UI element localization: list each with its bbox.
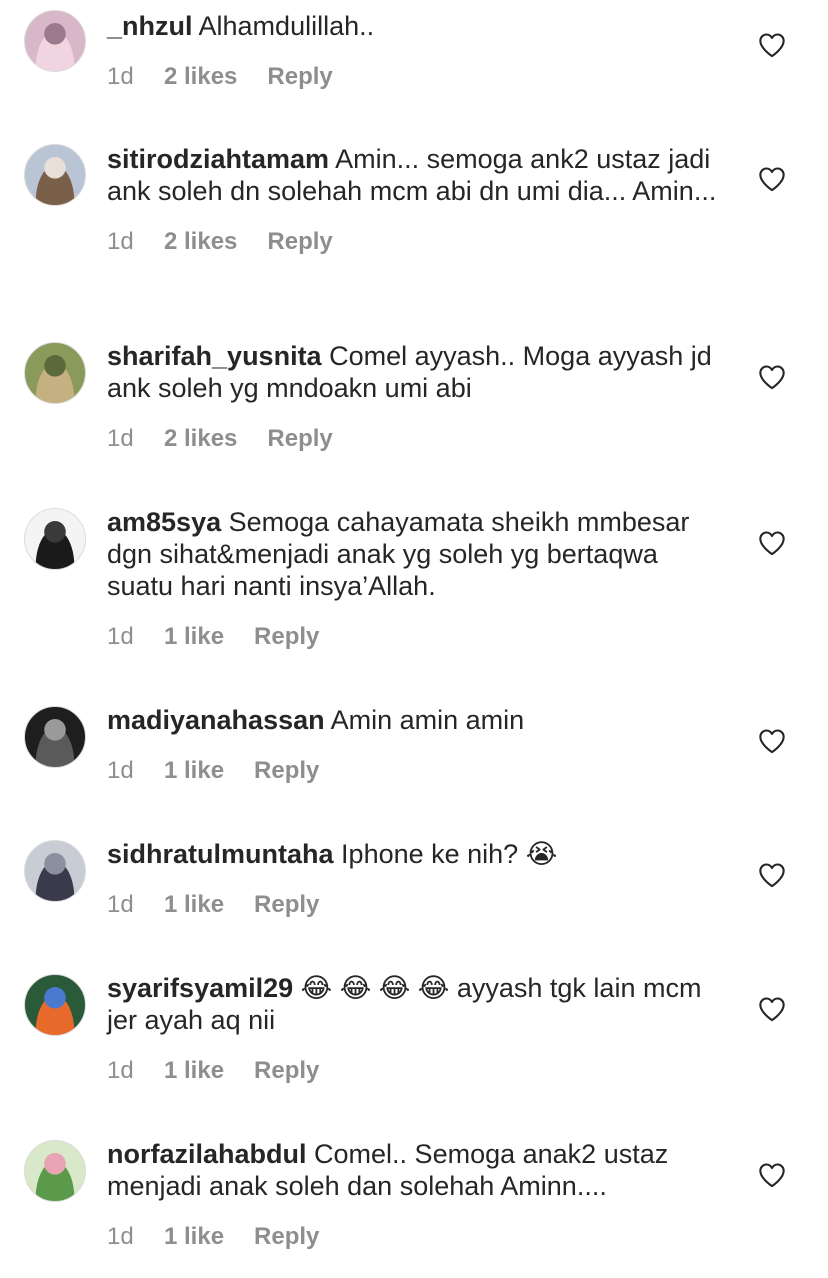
reply-button[interactable]: Reply <box>254 622 319 652</box>
comment-body: Amin amin amin <box>330 705 525 735</box>
comment-text: norfazilahabdul Comel.. Semoga anak2 ust… <box>107 1138 727 1202</box>
reply-button[interactable]: Reply <box>254 890 319 920</box>
avatar[interactable] <box>24 10 86 72</box>
comment-meta: 1d 2 likes Reply <box>107 424 727 454</box>
timestamp: 1d <box>107 425 134 452</box>
comment-meta: 1d 1 like Reply <box>107 1222 727 1252</box>
likes-count[interactable]: 1 like <box>164 756 224 786</box>
timestamp: 1d <box>107 623 134 650</box>
heart-icon[interactable] <box>758 32 786 58</box>
avatar[interactable] <box>24 706 86 768</box>
comment-text: madiyanahassan Amin amin amin <box>107 704 727 736</box>
username-link[interactable]: sharifah_yusnita <box>107 341 322 371</box>
avatar[interactable] <box>24 974 86 1036</box>
heart-icon[interactable] <box>758 166 786 192</box>
likes-count[interactable]: 2 likes <box>164 227 237 257</box>
timestamp: 1d <box>107 1057 134 1084</box>
reply-button[interactable]: Reply <box>254 1056 319 1086</box>
comment-text: sitirodziahtamam Amin... semoga ank2 ust… <box>107 143 727 207</box>
likes-count[interactable]: 1 like <box>164 890 224 920</box>
avatar[interactable] <box>24 508 86 570</box>
username-link[interactable]: am85sya <box>107 507 221 537</box>
heart-icon[interactable] <box>758 862 786 888</box>
comment-meta: 1d 2 likes Reply <box>107 227 727 257</box>
reply-button[interactable]: Reply <box>267 424 332 454</box>
username-link[interactable]: syarifsyamil29 <box>107 973 293 1003</box>
avatar[interactable] <box>24 1140 86 1202</box>
avatar[interactable] <box>24 144 86 206</box>
comment-text: sidhratulmuntaha Iphone ke nih? 😭 <box>107 838 727 870</box>
timestamp: 1d <box>107 757 134 784</box>
comment-text: am85sya Semoga cahayamata sheikh mmbesar… <box>107 506 727 602</box>
avatar[interactable] <box>24 840 86 902</box>
username-link[interactable]: sitirodziahtamam <box>107 144 329 174</box>
username-link[interactable]: _nhzul <box>107 11 193 41</box>
comment-meta: 1d 1 like Reply <box>107 890 727 920</box>
timestamp: 1d <box>107 228 134 255</box>
timestamp: 1d <box>107 891 134 918</box>
comment-text: _nhzul Alhamdulillah.. <box>107 10 727 42</box>
comment-body: Iphone ke nih? 😭 <box>341 839 558 869</box>
avatar[interactable] <box>24 342 86 404</box>
likes-count[interactable]: 1 like <box>164 1222 224 1252</box>
comment-text: syarifsyamil29 😂 😂 😂 😂 ayyash tgk lain m… <box>107 972 727 1036</box>
likes-count[interactable]: 2 likes <box>164 424 237 454</box>
heart-icon[interactable] <box>758 996 786 1022</box>
reply-button[interactable]: Reply <box>254 756 319 786</box>
reply-button[interactable]: Reply <box>267 227 332 257</box>
comment-text: sharifah_yusnita Comel ayyash.. Moga ayy… <box>107 340 727 404</box>
heart-icon[interactable] <box>758 530 786 556</box>
reply-button[interactable]: Reply <box>267 62 332 92</box>
likes-count[interactable]: 1 like <box>164 622 224 652</box>
username-link[interactable]: sidhratulmuntaha <box>107 839 334 869</box>
comment-meta: 1d 1 like Reply <box>107 756 727 786</box>
timestamp: 1d <box>107 63 134 90</box>
comment-body: Alhamdulillah.. <box>198 11 375 41</box>
comment-meta: 1d 1 like Reply <box>107 622 727 652</box>
likes-count[interactable]: 2 likes <box>164 62 237 92</box>
comment-meta: 1d 2 likes Reply <box>107 62 727 92</box>
heart-icon[interactable] <box>758 1162 786 1188</box>
likes-count[interactable]: 1 like <box>164 1056 224 1086</box>
timestamp: 1d <box>107 1223 134 1250</box>
heart-icon[interactable] <box>758 728 786 754</box>
heart-icon[interactable] <box>758 364 786 390</box>
comment-meta: 1d 1 like Reply <box>107 1056 727 1086</box>
username-link[interactable]: madiyanahassan <box>107 705 325 735</box>
reply-button[interactable]: Reply <box>254 1222 319 1252</box>
username-link[interactable]: norfazilahabdul <box>107 1139 307 1169</box>
